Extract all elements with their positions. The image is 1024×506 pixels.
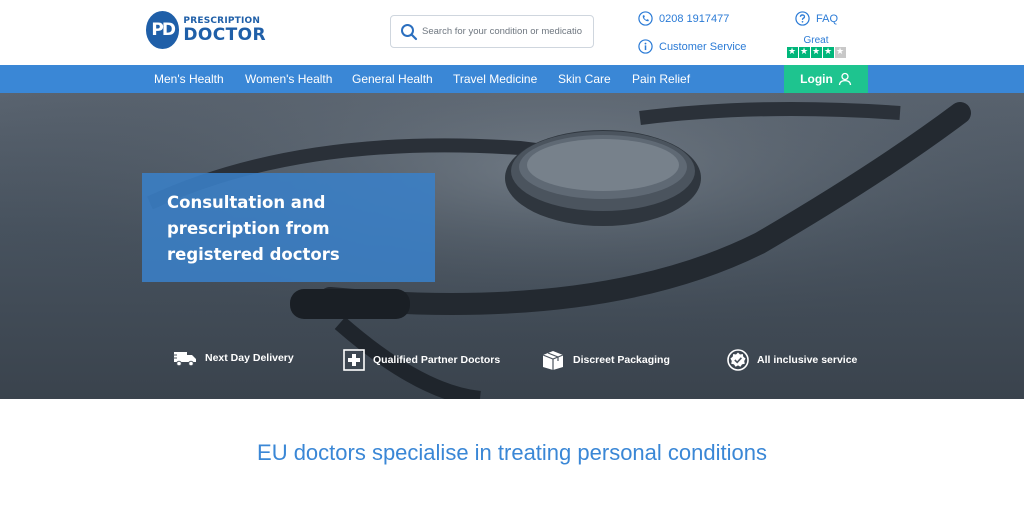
question-icon [795, 11, 810, 26]
nav-womens-health[interactable]: Women's Health [245, 65, 332, 93]
hero-title: Consultation and prescription from regis… [167, 193, 340, 264]
hero-banner: Consultation and prescription from regis… [0, 93, 1024, 399]
faq-label: FAQ [816, 12, 839, 25]
site-header: PD PRESCRIPTION DOCTOR 0208 1917477 Cust… [0, 0, 1024, 65]
search-input[interactable] [422, 26, 582, 37]
nav-travel-medicine[interactable]: Travel Medicine [453, 65, 537, 93]
rating-stars [785, 47, 847, 58]
user-icon [838, 72, 851, 86]
star-icon [798, 47, 810, 58]
faq-link[interactable]: FAQ [795, 11, 838, 26]
section-heading: EU doctors specialise in treating person… [257, 440, 767, 465]
phone-icon [638, 11, 653, 26]
login-label: Login [800, 72, 833, 86]
nav-mens-health[interactable]: Men's Health [154, 65, 224, 93]
package-box-icon [542, 351, 564, 370]
feature-label: Qualified Partner Doctors [373, 354, 501, 366]
feature-label: All inclusive service [757, 354, 858, 366]
nav-pain-relief[interactable]: Pain Relief [632, 65, 690, 93]
main-nav: Men's Health Women's Health General Heal… [0, 65, 1024, 93]
feature-label: Next Day Delivery [205, 352, 294, 364]
medical-cross-icon [343, 349, 365, 371]
info-icon [638, 39, 653, 54]
phone-number: 0208 1917477 [659, 12, 730, 25]
nav-skin-care[interactable]: Skin Care [558, 65, 611, 93]
logo-wordmark: PRESCRIPTION DOCTOR [183, 16, 266, 45]
feature-label: Discreet Packaging [573, 354, 670, 366]
search-box[interactable] [390, 15, 594, 48]
hero-message-box: Consultation and prescription from regis… [142, 173, 435, 282]
login-button[interactable]: Login [784, 65, 868, 93]
search-icon[interactable] [400, 23, 418, 41]
star-icon [822, 47, 834, 58]
customer-service-link[interactable]: Customer Service [638, 39, 746, 54]
nav-general-health[interactable]: General Health [352, 65, 433, 93]
trustpilot-label: Great [803, 35, 829, 46]
feature-all-inclusive: All inclusive service [727, 349, 857, 371]
feature-next-day-delivery: Next Day Delivery [173, 349, 294, 367]
logo-name-bottom: DOCTOR [183, 24, 266, 45]
badge-check-icon [727, 349, 749, 371]
logo-mark: PD [146, 11, 180, 49]
feature-discreet-packaging: Discreet Packaging [541, 349, 670, 371]
phone-link[interactable]: 0208 1917477 [638, 11, 729, 26]
site-logo[interactable]: PD PRESCRIPTION DOCTOR [146, 10, 266, 50]
star-icon [810, 47, 822, 58]
delivery-truck-icon [173, 352, 196, 367]
star-icon [786, 47, 798, 58]
customer-service-label: Customer Service [659, 40, 747, 53]
feature-qualified-doctors: Qualified Partner Doctors [343, 349, 500, 371]
trustpilot-rating[interactable]: Great [785, 35, 847, 58]
star-icon [834, 47, 846, 58]
